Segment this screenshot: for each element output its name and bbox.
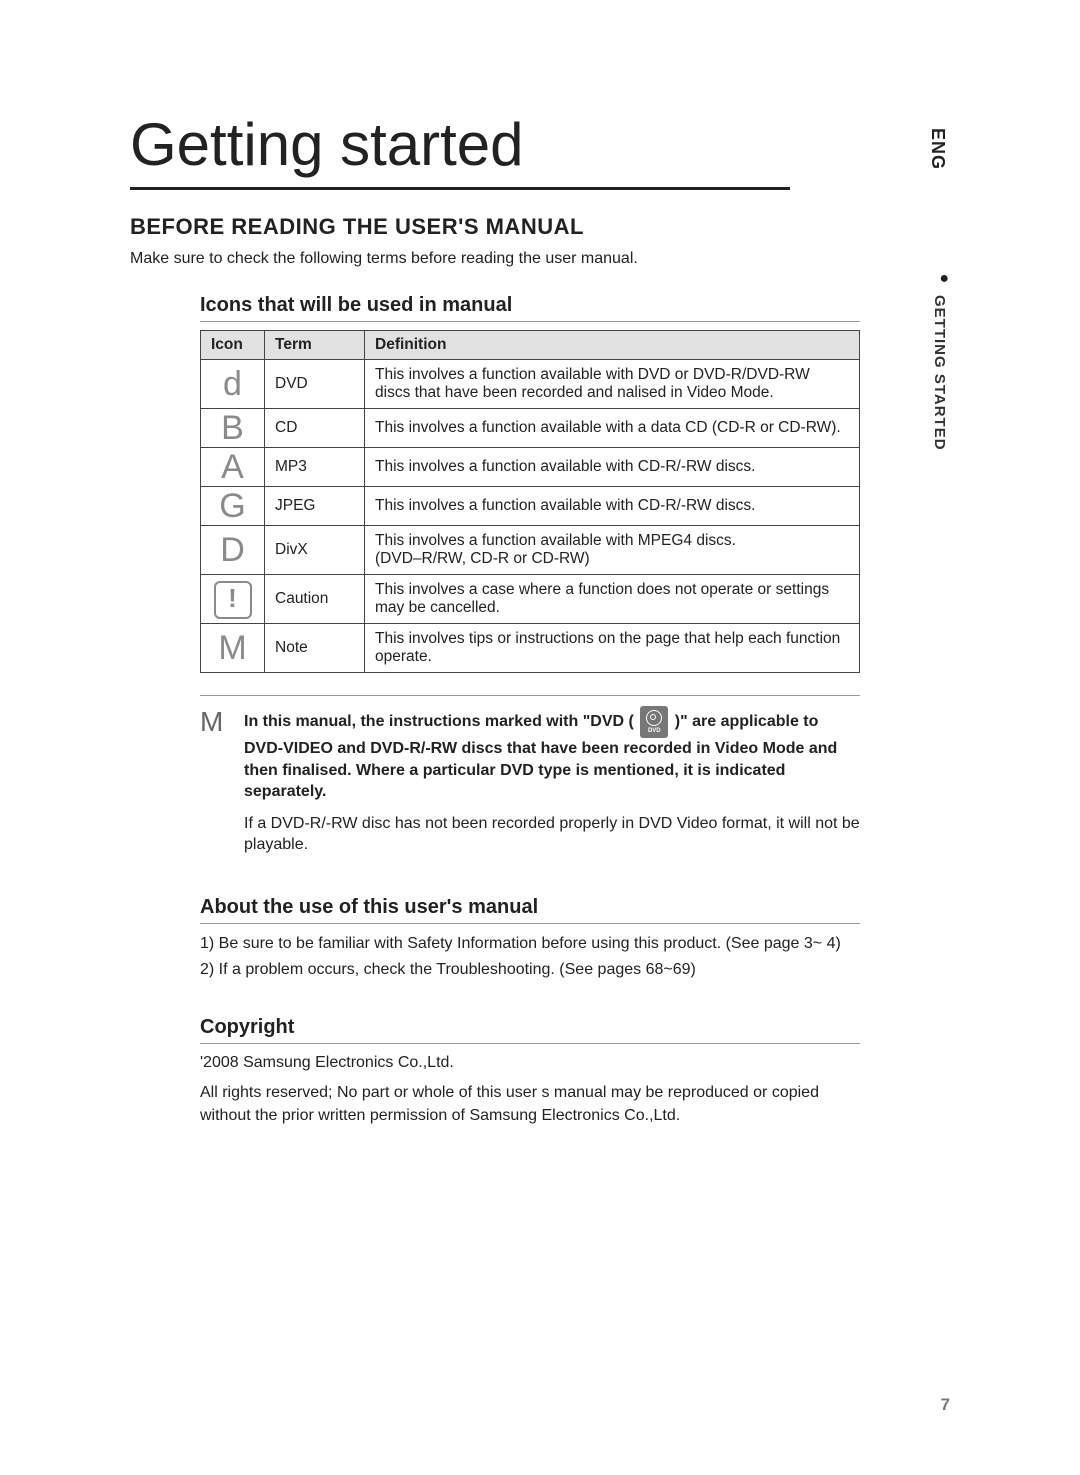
- manual-page: ENG ● GETTING STARTED Getting started BE…: [0, 0, 1080, 1475]
- subheading-copyright: Copyright: [200, 1016, 860, 1044]
- dvd-icon: d: [201, 360, 265, 409]
- cd-icon: B: [201, 409, 265, 448]
- side-bullet-icon: ●: [939, 270, 949, 288]
- term-cell: Caution: [265, 575, 365, 624]
- divx-icon: D: [201, 526, 265, 575]
- copyright-line2: All rights reserved; No part or whole of…: [200, 1082, 860, 1127]
- table-header-row: Icon Term Definition: [201, 331, 860, 360]
- side-section-label: GETTING STARTED: [931, 295, 948, 451]
- page-number: 7: [941, 1395, 950, 1415]
- term-cell: DVD: [265, 360, 365, 409]
- copyright-body: '2008 Samsung Electronics Co.,Ltd. All r…: [200, 1052, 860, 1127]
- note-icon: M: [201, 624, 265, 673]
- note-block: M In this manual, the instructions marke…: [200, 695, 860, 866]
- jpeg-icon: G: [201, 487, 265, 526]
- term-cell: MP3: [265, 448, 365, 487]
- th-term: Term: [265, 331, 365, 360]
- dvd-chip-icon: DVD: [640, 706, 668, 738]
- list-item: 1) Be sure to be familiar with Safety In…: [200, 932, 860, 956]
- term-cell: DivX: [265, 526, 365, 575]
- intro-text: Make sure to check the following terms b…: [130, 250, 950, 268]
- definition-cell: This involves a function available with …: [365, 487, 860, 526]
- table-row: B CD This involves a function available …: [201, 409, 860, 448]
- table-row: A MP3 This involves a function available…: [201, 448, 860, 487]
- table-row: M Note This involves tips or instruction…: [201, 624, 860, 673]
- table-row: ! Caution This involves a case where a f…: [201, 575, 860, 624]
- caution-icon: !: [201, 575, 265, 624]
- definition-cell: This involves a case where a function do…: [365, 575, 860, 624]
- definition-cell: This involves tips or instructions on th…: [365, 624, 860, 673]
- definition-cell: This involves a function available with …: [365, 409, 860, 448]
- mp3-icon: A: [201, 448, 265, 487]
- th-icon: Icon: [201, 331, 265, 360]
- note-plain-text: If a DVD-R/-RW disc has not been recorde…: [244, 813, 860, 856]
- note-symbol-icon: M: [200, 706, 244, 866]
- note-content: In this manual, the instructions marked …: [244, 706, 860, 866]
- note-bold-pre: In this manual, the instructions marked …: [244, 713, 634, 730]
- definition-cell: This involves a function available with …: [365, 360, 860, 409]
- subheading-about-use: About the use of this user's manual: [200, 896, 860, 924]
- term-cell: Note: [265, 624, 365, 673]
- section-heading-before-reading: BEFORE READING THE USER'S MANUAL: [130, 214, 950, 240]
- subheading-icons: Icons that will be used in manual: [200, 294, 860, 322]
- table-row: D DivX This involves a function availabl…: [201, 526, 860, 575]
- definition-cell: This involves a function available with …: [365, 526, 860, 575]
- term-cell: CD: [265, 409, 365, 448]
- about-list: 1) Be sure to be familiar with Safety In…: [200, 932, 860, 982]
- term-cell: JPEG: [265, 487, 365, 526]
- th-definition: Definition: [365, 331, 860, 360]
- copyright-line1: '2008 Samsung Electronics Co.,Ltd.: [200, 1052, 860, 1074]
- side-language-tab: ENG: [927, 128, 948, 170]
- list-item: 2) If a problem occurs, check the Troubl…: [200, 958, 860, 982]
- table-row: d DVD This involves a function available…: [201, 360, 860, 409]
- page-title: Getting started: [130, 110, 790, 190]
- table-row: G JPEG This involves a function availabl…: [201, 487, 860, 526]
- definition-cell: This involves a function available with …: [365, 448, 860, 487]
- icons-table: Icon Term Definition d DVD This involves…: [200, 330, 860, 673]
